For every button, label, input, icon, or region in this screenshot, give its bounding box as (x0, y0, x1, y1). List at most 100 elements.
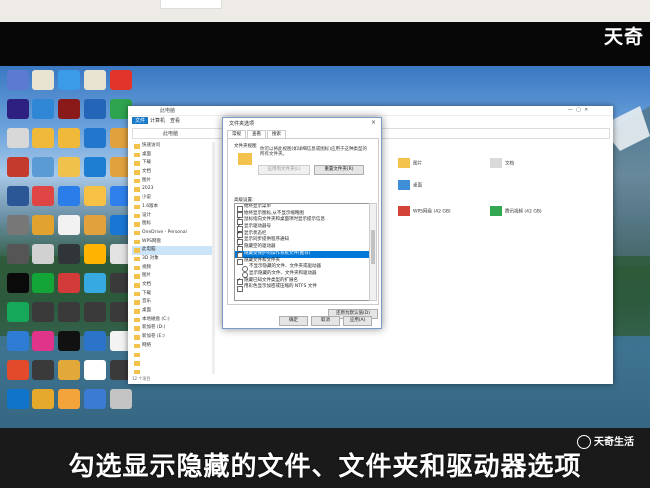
desktop-app-icon[interactable] (7, 157, 29, 177)
advanced-checkbox-option[interactable]: 隐藏受保护的操作系统文件(推荐) (235, 250, 370, 258)
nav-item[interactable]: 图片 (132, 272, 212, 281)
desktop-app-icon[interactable] (84, 128, 106, 148)
advanced-checkbox-option[interactable]: 始终显示菜单 (235, 204, 370, 212)
nav-item[interactable]: 2023 (132, 185, 212, 194)
scrollbar-thumb[interactable] (371, 230, 375, 264)
ribbon-tab-view[interactable]: 查看 (170, 117, 180, 124)
advanced-checkbox-option[interactable]: 隐藏空的驱动器 (235, 243, 370, 252)
desktop-app-icon[interactable] (58, 273, 80, 293)
reset-folders-button[interactable]: 重置文件夹(R) (314, 165, 364, 175)
desktop-app-icon[interactable] (58, 302, 80, 322)
desktop-app-icon[interactable] (84, 331, 106, 351)
desktop-app-icon[interactable] (84, 302, 106, 322)
desktop-app-icon[interactable] (110, 70, 132, 90)
desktop-app-icon[interactable] (58, 331, 80, 351)
desktop-app-icon[interactable] (58, 186, 80, 206)
desktop-app-icon[interactable] (32, 244, 54, 264)
desktop-app-icon[interactable] (84, 215, 106, 235)
desktop-app-icon[interactable] (32, 157, 54, 177)
ok-button[interactable]: 确定 (279, 316, 308, 326)
desktop-app-icon[interactable] (58, 215, 80, 235)
nav-item[interactable]: 桌面 (132, 307, 212, 316)
desktop-app-icon[interactable] (7, 273, 29, 293)
desktop-app-icon[interactable] (32, 186, 54, 206)
advanced-settings-list[interactable]: 始终显示菜单始终显示图标,从不显示缩略图鼠标指向文件夹和桌面项时显示提示信息显示… (234, 203, 371, 301)
desktop-app-icon[interactable] (84, 360, 106, 380)
nav-item[interactable]: WPS网盘 (132, 238, 212, 247)
apply-button[interactable]: 应用(A) (343, 316, 372, 326)
desktop-app-icon[interactable] (84, 273, 106, 293)
desktop-app-icon[interactable] (58, 128, 80, 148)
advanced-radio-option[interactable]: 不显示隐藏的文件、文件夹或驱动器 (235, 264, 370, 272)
nav-item[interactable]: 新加卷 (E:) (132, 333, 212, 342)
folder-options-dialog[interactable]: 文件夹选项 × 常规 查看 搜索 文件夹视图 你可以将此视图(如详细信息或图标)应用… (222, 117, 382, 329)
nav-item[interactable] (132, 359, 212, 368)
folder-item[interactable]: 腾讯视频 (42 GB) (490, 206, 542, 216)
folder-item[interactable]: 图片 (398, 158, 422, 168)
desktop-app-icon[interactable] (32, 99, 54, 119)
nav-item[interactable]: 设计 (132, 212, 212, 221)
advanced-checkbox-option[interactable]: 用彩色显示加密或压缩的 NTFS 文件 (235, 284, 370, 292)
nav-item[interactable]: 下载 (132, 159, 212, 168)
desktop-app-icon[interactable] (58, 99, 80, 119)
nav-item[interactable]: 桌面 (132, 151, 212, 160)
nav-item[interactable]: 音乐 (132, 298, 212, 307)
desktop-app-icon[interactable] (58, 360, 80, 380)
nav-scrollbar[interactable] (212, 142, 215, 374)
desktop-app-icon[interactable] (7, 128, 29, 148)
desktop-app-icon[interactable] (7, 99, 29, 119)
desktop-app-icon[interactable] (84, 186, 106, 206)
nav-item[interactable]: 此电脑 (132, 246, 212, 255)
desktop-app-icon[interactable] (58, 244, 80, 264)
desktop-app-icon[interactable] (32, 215, 54, 235)
desktop-app-icon[interactable] (7, 360, 29, 380)
desktop-app-icon[interactable] (32, 302, 54, 322)
desktop-app-icon[interactable] (84, 244, 106, 264)
desktop-app-icon[interactable] (32, 331, 54, 351)
desktop-app-icon[interactable] (58, 157, 80, 177)
advanced-settings-scrollbar[interactable] (369, 203, 377, 301)
desktop-app-icon[interactable] (7, 244, 29, 264)
nav-item[interactable]: 小说 (132, 194, 212, 203)
folder-item[interactable]: 桌面 (398, 180, 422, 190)
window-controls[interactable]: — ▢ ✕ (568, 107, 588, 113)
nav-item[interactable]: 文档 (132, 281, 212, 290)
advanced-checkbox-option[interactable]: 显示驱动器号 (235, 223, 370, 232)
desktop-app-icon[interactable] (32, 273, 54, 293)
desktop-app-icon[interactable] (7, 215, 29, 235)
nav-item[interactable]: 本地磁盘 (C:) (132, 316, 212, 325)
nav-item[interactable]: 图标 (132, 220, 212, 229)
desktop-app-icon[interactable] (32, 389, 54, 409)
desktop-app-icon[interactable] (84, 70, 106, 90)
desktop-app-icon[interactable] (32, 70, 54, 90)
desktop-app-icon[interactable] (7, 70, 29, 90)
desktop-app-icon[interactable] (58, 389, 80, 409)
folder-item[interactable]: 文档 (490, 158, 514, 168)
desktop-app-icon[interactable] (7, 186, 29, 206)
ribbon-tab-computer[interactable]: 计算机 (150, 117, 165, 124)
nav-item[interactable]: 网络 (132, 342, 212, 351)
desktop-app-icon[interactable] (32, 128, 54, 148)
desktop-app-icon[interactable] (58, 70, 80, 90)
close-icon[interactable]: × (371, 119, 376, 126)
nav-item[interactable]: 3D 对象 (132, 255, 212, 264)
apply-to-folders-button[interactable]: 应用到文件夹(L) (258, 165, 310, 175)
nav-item[interactable]: 视频 (132, 264, 212, 273)
cancel-button[interactable]: 取消 (311, 316, 340, 326)
desktop-app-icon[interactable] (32, 360, 54, 380)
nav-item[interactable]: 图片 (132, 177, 212, 186)
desktop-app-icon[interactable] (7, 331, 29, 351)
advanced-radio-option[interactable]: 显示隐藏的文件、文件夹和驱动器 (235, 271, 370, 279)
desktop-app-icon[interactable] (84, 99, 106, 119)
nav-item[interactable]: OneDrive - Personal (132, 229, 212, 238)
folder-item[interactable]: WPS网盘 (42 GB) (398, 206, 451, 216)
desktop-app-icon[interactable] (7, 302, 29, 322)
nav-item[interactable]: 新加卷 (D:) (132, 324, 212, 333)
desktop-app-icon[interactable] (84, 389, 106, 409)
ribbon-tab-file[interactable]: 文件 (132, 117, 149, 124)
nav-item[interactable] (132, 351, 212, 360)
nav-item[interactable]: 1.6版本 (132, 203, 212, 212)
desktop-app-icon[interactable] (7, 389, 29, 409)
nav-item[interactable]: 文档 (132, 168, 212, 177)
desktop-app-icon[interactable] (84, 157, 106, 177)
